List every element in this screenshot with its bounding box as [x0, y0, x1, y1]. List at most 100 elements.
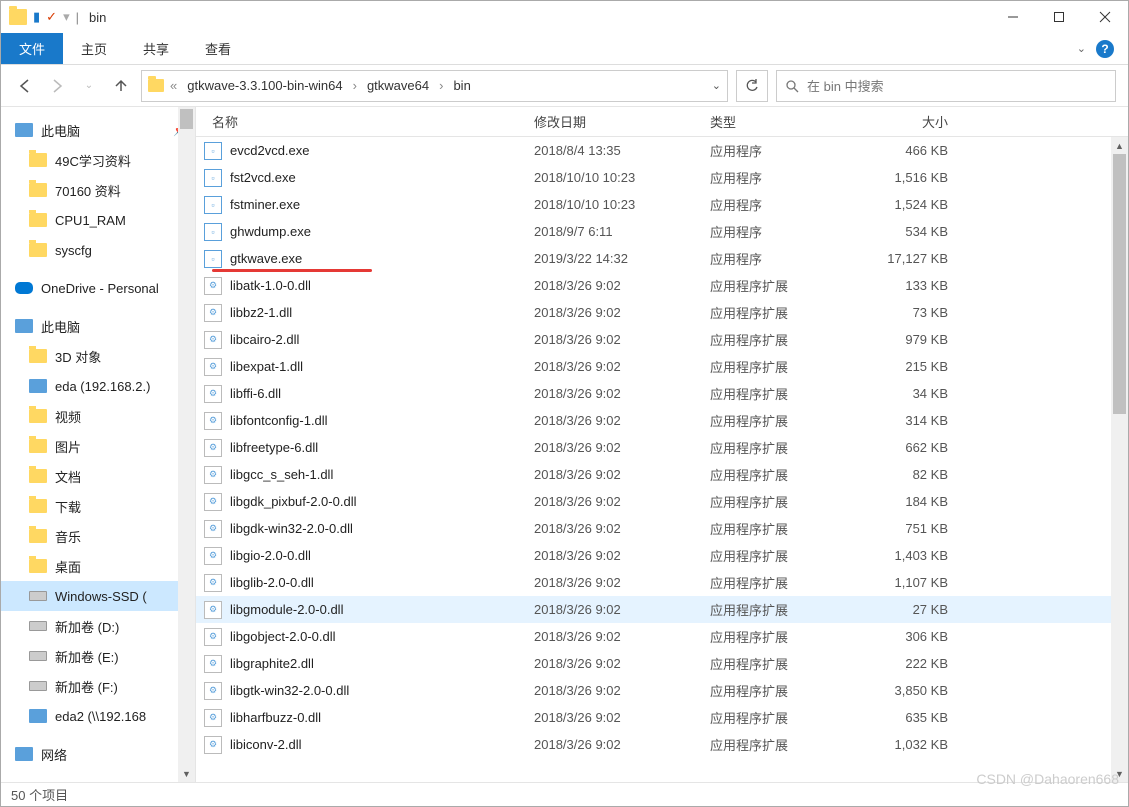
search-input[interactable]: 在 bin 中搜索 — [776, 70, 1116, 102]
table-row[interactable]: ⚙libgdk-win32-2.0-0.dll2018/3/26 9:02应用程… — [196, 515, 1128, 542]
nav-item[interactable]: syscfg — [1, 235, 195, 265]
nav-item[interactable]: 网络 — [1, 739, 195, 769]
file-size: 27 KB — [862, 602, 954, 617]
column-type[interactable]: 类型 — [710, 112, 862, 131]
table-row[interactable]: ⚙libiconv-2.dll2018/3/26 9:02应用程序扩展1,032… — [196, 731, 1128, 758]
chevron-right-icon[interactable]: › — [353, 78, 357, 93]
forward-button[interactable] — [45, 74, 69, 98]
nav-item[interactable]: 文档 — [1, 461, 195, 491]
table-row[interactable]: ▫gtkwave.exe2019/3/22 14:32应用程序17,127 KB — [196, 245, 1128, 272]
file-size: 3,850 KB — [862, 683, 954, 698]
nav-label: 图片 — [55, 437, 81, 456]
ribbon-expand-icon[interactable]: ⌄ — [1077, 42, 1086, 55]
nav-item[interactable]: 70160 资料 — [1, 175, 195, 205]
up-button[interactable] — [109, 74, 133, 98]
tab-view[interactable]: 查看 — [187, 33, 249, 64]
nav-label: CPU1_RAM — [55, 213, 126, 228]
table-row[interactable]: ⚙libgmodule-2.0-0.dll2018/3/26 9:02应用程序扩… — [196, 596, 1128, 623]
scrollbar-thumb[interactable] — [180, 109, 193, 129]
nav-item[interactable]: 3D 对象 — [1, 341, 195, 371]
file-date: 2018/3/26 9:02 — [534, 413, 710, 428]
file-size: 1,524 KB — [862, 197, 954, 212]
recent-dropdown[interactable]: ⌄ — [77, 74, 101, 98]
table-row[interactable]: ▫evcd2vcd.exe2018/8/4 13:35应用程序466 KB — [196, 137, 1128, 164]
navpane-scrollbar[interactable]: ▲ ▼ — [178, 107, 195, 782]
back-button[interactable] — [13, 74, 37, 98]
chevron-right-icon[interactable]: › — [439, 78, 443, 93]
table-row[interactable]: ⚙libgobject-2.0-0.dll2018/3/26 9:02应用程序扩… — [196, 623, 1128, 650]
file-type: 应用程序扩展 — [710, 492, 862, 511]
nav-item[interactable]: 下载 — [1, 491, 195, 521]
nav-item[interactable]: 桌面 — [1, 551, 195, 581]
dll-icon: ⚙ — [204, 628, 222, 646]
refresh-button[interactable] — [736, 70, 768, 102]
table-row[interactable]: ⚙libfontconfig-1.dll2018/3/26 9:02应用程序扩展… — [196, 407, 1128, 434]
tab-share[interactable]: 共享 — [125, 33, 187, 64]
nav-item[interactable]: 新加卷 (E:) — [1, 641, 195, 671]
dll-icon: ⚙ — [204, 682, 222, 700]
nav-item[interactable]: 此电脑 — [1, 311, 195, 341]
exe-icon: ▫ — [204, 169, 222, 187]
table-row[interactable]: ⚙libgraphite2.dll2018/3/26 9:02应用程序扩展222… — [196, 650, 1128, 677]
filelist-scrollbar[interactable]: ▲ ▼ — [1111, 137, 1128, 782]
table-row[interactable]: ⚙libffi-6.dll2018/3/26 9:02应用程序扩展34 KB — [196, 380, 1128, 407]
column-size[interactable]: 大小 — [862, 112, 954, 131]
nav-item[interactable]: CPU1_RAM — [1, 205, 195, 235]
search-placeholder: 在 bin 中搜索 — [807, 76, 884, 95]
scrollbar-thumb[interactable] — [1113, 154, 1126, 414]
file-size: 1,403 KB — [862, 548, 954, 563]
table-row[interactable]: ⚙libharfbuzz-0.dll2018/3/26 9:02应用程序扩展63… — [196, 704, 1128, 731]
table-row[interactable]: ⚙libgdk_pixbuf-2.0-0.dll2018/3/26 9:02应用… — [196, 488, 1128, 515]
file-type: 应用程序 — [710, 168, 862, 187]
nav-item[interactable]: 49C学习资料 — [1, 145, 195, 175]
nav-item[interactable]: 视频 — [1, 401, 195, 431]
qat-check-icon[interactable]: ✓ — [46, 9, 57, 25]
nav-item[interactable]: 新加卷 (F:) — [1, 671, 195, 701]
nav-item[interactable]: 此电脑📌 — [1, 115, 195, 145]
file-name: libffi-6.dll — [230, 386, 534, 401]
nav-label: eda2 (\\192.168 — [55, 709, 146, 724]
crumb-0[interactable]: gtkwave-3.3.100-bin-win64 — [183, 78, 346, 93]
column-name[interactable]: 名称 — [204, 112, 534, 131]
table-row[interactable]: ⚙libfreetype-6.dll2018/3/26 9:02应用程序扩展66… — [196, 434, 1128, 461]
scroll-down-icon[interactable]: ▼ — [1111, 765, 1128, 782]
table-row[interactable]: ⚙libatk-1.0-0.dll2018/3/26 9:02应用程序扩展133… — [196, 272, 1128, 299]
file-size: 222 KB — [862, 656, 954, 671]
nav-item[interactable]: eda2 (\\192.168 — [1, 701, 195, 731]
minimize-button[interactable] — [990, 1, 1036, 33]
crumb-1[interactable]: gtkwave64 — [363, 78, 433, 93]
addressbar[interactable]: « gtkwave-3.3.100-bin-win64 › gtkwave64 … — [141, 70, 728, 102]
table-row[interactable]: ⚙libgtk-win32-2.0-0.dll2018/3/26 9:02应用程… — [196, 677, 1128, 704]
address-dropdown-icon[interactable]: ⌄ — [712, 79, 721, 92]
table-row[interactable]: ⚙libexpat-1.dll2018/3/26 9:02应用程序扩展215 K… — [196, 353, 1128, 380]
maximize-button[interactable] — [1036, 1, 1082, 33]
scroll-down-icon[interactable]: ▼ — [178, 765, 195, 782]
table-row[interactable]: ⚙libbz2-1.dll2018/3/26 9:02应用程序扩展73 KB — [196, 299, 1128, 326]
table-row[interactable]: ▫fstminer.exe2018/10/10 10:23应用程序1,524 K… — [196, 191, 1128, 218]
tab-home[interactable]: 主页 — [63, 33, 125, 64]
file-name: libiconv-2.dll — [230, 737, 534, 752]
table-row[interactable]: ⚙libglib-2.0-0.dll2018/3/26 9:02应用程序扩展1,… — [196, 569, 1128, 596]
crumb-2[interactable]: bin — [449, 78, 474, 93]
file-date: 2018/3/26 9:02 — [534, 548, 710, 563]
nav-item[interactable]: eda (192.168.2.) — [1, 371, 195, 401]
table-row[interactable]: ▫ghwdump.exe2018/9/7 6:11应用程序534 KB — [196, 218, 1128, 245]
table-row[interactable]: ⚙libgio-2.0-0.dll2018/3/26 9:02应用程序扩展1,4… — [196, 542, 1128, 569]
qat-save-icon[interactable]: ▮ — [33, 9, 40, 25]
nav-item[interactable]: Windows-SSD ( — [1, 581, 195, 611]
nav-label: 网络 — [41, 745, 67, 764]
file-name: libharfbuzz-0.dll — [230, 710, 534, 725]
nav-item[interactable]: 音乐 — [1, 521, 195, 551]
column-date[interactable]: 修改日期 — [534, 112, 710, 131]
file-date: 2018/3/26 9:02 — [534, 359, 710, 374]
nav-item[interactable]: 新加卷 (D:) — [1, 611, 195, 641]
close-button[interactable] — [1082, 1, 1128, 33]
scroll-up-icon[interactable]: ▲ — [1111, 137, 1128, 154]
nav-item[interactable]: OneDrive - Personal — [1, 273, 195, 303]
table-row[interactable]: ▫fst2vcd.exe2018/10/10 10:23应用程序1,516 KB — [196, 164, 1128, 191]
help-icon[interactable]: ? — [1096, 40, 1114, 58]
table-row[interactable]: ⚙libcairo-2.dll2018/3/26 9:02应用程序扩展979 K… — [196, 326, 1128, 353]
tab-file[interactable]: 文件 — [1, 33, 63, 64]
table-row[interactable]: ⚙libgcc_s_seh-1.dll2018/3/26 9:02应用程序扩展8… — [196, 461, 1128, 488]
nav-item[interactable]: 图片 — [1, 431, 195, 461]
